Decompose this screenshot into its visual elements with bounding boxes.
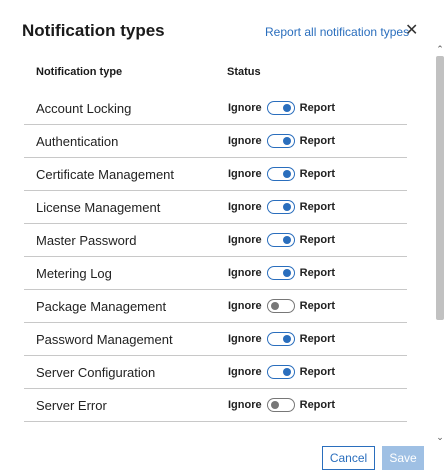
ignore-label: Ignore: [228, 168, 262, 180]
toggle-knob: [282, 236, 291, 244]
report-all-link[interactable]: Report all notification types: [265, 25, 409, 39]
ignore-label: Ignore: [228, 201, 262, 213]
report-toggle[interactable]: [266, 233, 295, 247]
ignore-label: Ignore: [228, 333, 262, 345]
toggle-knob: [282, 104, 291, 112]
notification-type-name: Certificate Management: [36, 167, 175, 182]
status-control: Ignore Report: [228, 233, 335, 247]
toggle-knob: [282, 335, 291, 343]
table-row: Password Management Ignore Report: [24, 322, 407, 356]
status-control: Ignore Report: [228, 332, 335, 346]
ignore-label: Ignore: [228, 399, 262, 411]
notification-type-name: Server Error: [36, 398, 107, 413]
notification-type-name: License Management: [36, 200, 161, 215]
ignore-label: Ignore: [228, 135, 262, 147]
column-header-type: Notification type: [36, 66, 123, 78]
notification-type-name: Password Management: [36, 332, 173, 347]
toggle-knob: [282, 269, 291, 277]
report-label: Report: [299, 300, 336, 312]
report-toggle[interactable]: [266, 134, 295, 148]
status-control: Ignore Report: [228, 299, 335, 313]
table-row: Server Error Ignore Report: [24, 388, 407, 422]
report-label: Report: [299, 366, 336, 378]
table-row: Account Locking Ignore Report: [24, 91, 407, 125]
notification-list: Notification type Status Account Locking…: [0, 52, 433, 442]
close-icon[interactable]: ✕: [405, 20, 418, 40]
report-label: Report: [299, 333, 336, 345]
toggle-knob: [270, 401, 279, 409]
ignore-label: Ignore: [228, 267, 262, 279]
ignore-label: Ignore: [228, 234, 262, 246]
notification-type-name: Package Management: [36, 299, 167, 314]
notification-type-name: Account Locking: [36, 101, 132, 116]
report-label: Report: [299, 135, 336, 147]
table-row: Package Management Ignore Report: [24, 289, 407, 323]
report-label: Report: [299, 399, 336, 411]
notification-type-name: Metering Log: [36, 266, 112, 281]
table-row: Authentication Ignore Report: [24, 124, 407, 158]
ignore-label: Ignore: [228, 300, 262, 312]
toggle-knob: [270, 302, 279, 310]
report-toggle[interactable]: [266, 167, 295, 181]
report-toggle[interactable]: [266, 398, 295, 412]
scrollbar-thumb[interactable]: [436, 56, 444, 320]
dialog-title: Notification types: [22, 21, 165, 40]
notification-type-name: Server Configuration: [36, 365, 156, 380]
toggle-knob: [282, 368, 291, 376]
chevron-down-icon[interactable]: ⌄: [435, 432, 445, 442]
status-control: Ignore Report: [228, 200, 335, 214]
report-toggle[interactable]: [266, 365, 295, 379]
status-control: Ignore Report: [228, 365, 335, 379]
table-row: Certificate Management Ignore Report: [24, 157, 407, 191]
status-control: Ignore Report: [228, 134, 335, 148]
report-toggle[interactable]: [266, 101, 295, 115]
status-control: Ignore Report: [228, 167, 335, 181]
toggle-knob: [282, 137, 291, 145]
report-label: Report: [299, 234, 336, 246]
report-toggle[interactable]: [266, 332, 295, 346]
save-button[interactable]: Save: [382, 446, 424, 470]
toggle-knob: [282, 170, 291, 178]
chevron-up-icon[interactable]: ⌃: [435, 44, 445, 54]
report-label: Report: [299, 168, 336, 180]
report-toggle[interactable]: [266, 200, 295, 214]
table-row: Master Password Ignore Report: [24, 223, 407, 257]
table-row: Metering Log Ignore Report: [24, 256, 407, 290]
toggle-knob: [282, 203, 291, 211]
table-row: License Management Ignore Report: [24, 190, 407, 224]
status-control: Ignore Report: [228, 101, 335, 115]
cancel-button[interactable]: Cancel: [322, 446, 375, 470]
scrollbar[interactable]: ⌃ ⌄: [435, 44, 445, 442]
table-row: Server Configuration Ignore Report: [24, 355, 407, 389]
ignore-label: Ignore: [228, 102, 262, 114]
status-control: Ignore Report: [228, 398, 335, 412]
notification-types-dialog: Notification types Report all notificati…: [0, 0, 447, 470]
report-toggle[interactable]: [266, 266, 295, 280]
report-label: Report: [299, 102, 336, 114]
notification-type-name: Master Password: [36, 233, 137, 248]
column-header-status: Status: [227, 66, 261, 78]
notification-type-name: Authentication: [36, 134, 119, 149]
report-label: Report: [299, 201, 336, 213]
report-toggle[interactable]: [266, 299, 295, 313]
status-control: Ignore Report: [228, 266, 335, 280]
ignore-label: Ignore: [228, 366, 262, 378]
report-label: Report: [299, 267, 336, 279]
